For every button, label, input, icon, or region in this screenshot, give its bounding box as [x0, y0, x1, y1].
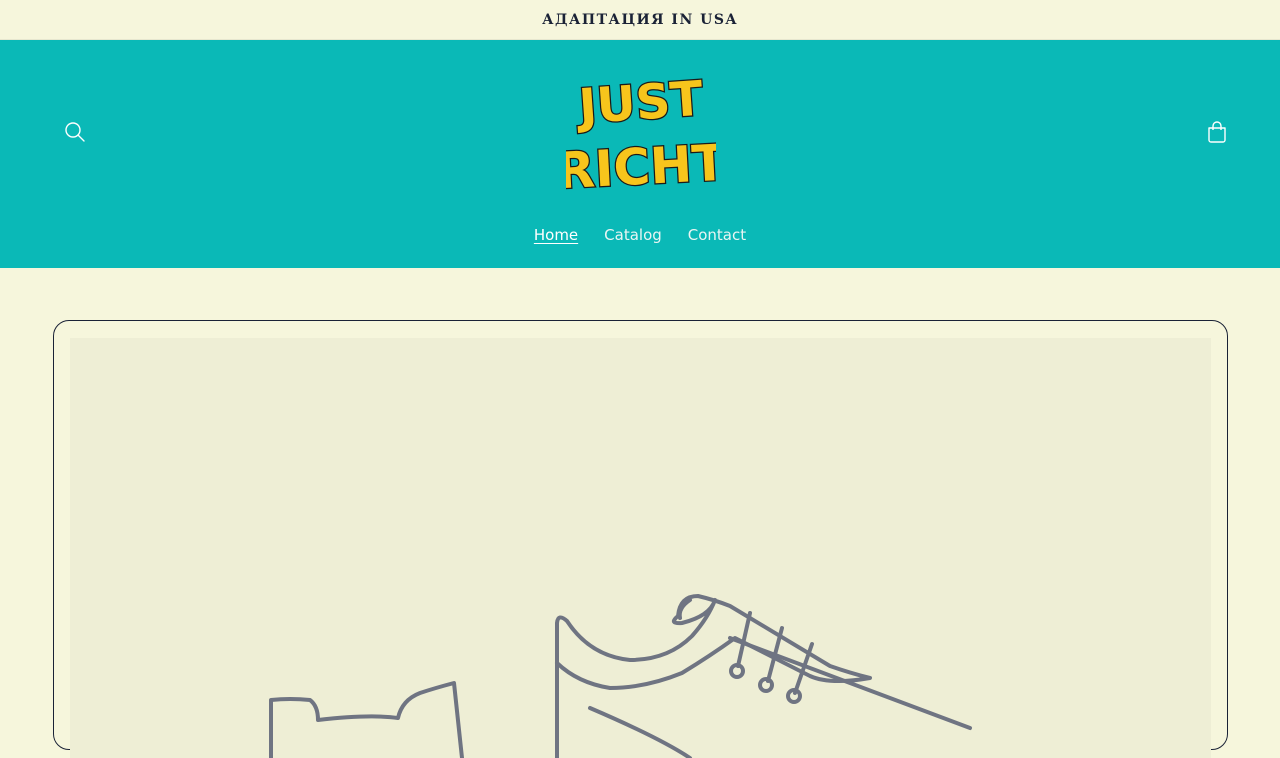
hero-card: [53, 320, 1228, 758]
search-button[interactable]: [53, 110, 97, 154]
announcement-bar: АДАПТАЦИЯ IN USA: [0, 0, 1280, 40]
store-logo[interactable]: JUST RICHT: [554, 64, 729, 204]
site-header: JUST RICHT Home Catalog Contact: [0, 40, 1280, 268]
announcement-text: АДАПТАЦИЯ IN USA: [542, 11, 738, 28]
main-nav: Home Catalog Contact: [0, 226, 1280, 244]
nav-link-catalog[interactable]: Catalog: [604, 226, 662, 244]
logo-word-richt: RICHT: [566, 134, 716, 201]
nav-link-home[interactable]: Home: [534, 226, 578, 244]
nav-link-contact[interactable]: Contact: [688, 226, 746, 244]
logo-image: JUST RICHT: [554, 69, 729, 201]
logo-word-just: JUST: [574, 71, 705, 136]
shoe-placeholder-illustration: [269, 594, 972, 758]
search-icon: [65, 122, 85, 142]
cart-icon: [1208, 121, 1226, 143]
cart-button[interactable]: [1195, 110, 1239, 154]
hero-image-placeholder: [70, 338, 1211, 758]
